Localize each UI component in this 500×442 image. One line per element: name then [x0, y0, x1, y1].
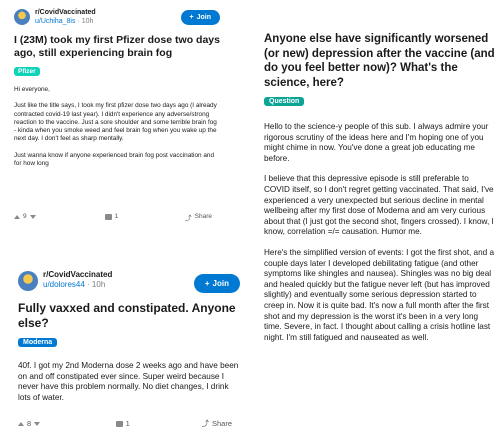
comment-count: 1: [125, 419, 130, 428]
body-paragraph: I believe that this depressive episode i…: [264, 174, 494, 237]
body-paragraph: Hello to the science-y people of this su…: [264, 122, 489, 163]
author-line: u/dolores44 · 10h: [43, 280, 106, 289]
post-body: Hi everyone, Just like the title says, I…: [14, 86, 220, 168]
share-button[interactable]: ⤴ Share: [185, 212, 212, 222]
comments-button[interactable]: 1: [115, 419, 130, 428]
post-body: Hello to the science-y people of this su…: [264, 122, 496, 343]
share-icon: ⤴: [185, 214, 192, 222]
comment-icon: [104, 213, 112, 220]
subreddit-name[interactable]: r/CovidVaccinated: [35, 8, 96, 17]
post-actions: 9 1 ⤴ Share: [14, 212, 220, 222]
post-actions: 8 1 ⤴ Share: [18, 419, 240, 428]
upvote-icon[interactable]: [18, 421, 24, 426]
post-title[interactable]: Fully vaxxed and constipated. Anyone els…: [18, 301, 240, 331]
subreddit-avatar[interactable]: [14, 9, 30, 25]
share-label: Share: [211, 419, 232, 428]
join-label: Join: [196, 14, 211, 21]
body-paragraph: Here's the simplified version of events:…: [264, 247, 495, 342]
post-title[interactable]: I (23M) took my first Pfizer dose two da…: [14, 34, 220, 60]
author-line: u/Uchiha_8is · 10h: [35, 18, 94, 25]
join-label: Join: [212, 279, 229, 288]
post-time: 10h: [81, 18, 94, 25]
post-meta: r/CovidVaccinated u/dolores44 · 10h: [43, 270, 112, 290]
share-label: Share: [194, 213, 212, 220]
subreddit-name[interactable]: r/CovidVaccinated: [43, 270, 112, 280]
post-card-pfizer[interactable]: r/CovidVaccinated u/Uchiha_8is · 10h + Jo…: [14, 8, 220, 236]
vote-count: 8: [27, 419, 32, 428]
post-header: r/CovidVaccinated u/Uchiha_8is · 10h + Jo…: [14, 8, 220, 26]
post-header: r/CovidVaccinated u/dolores44 · 10h + Joi…: [18, 270, 240, 293]
downvote-icon[interactable]: [29, 214, 36, 219]
post-card-moderna[interactable]: r/CovidVaccinated u/dolores44 · 10h + Joi…: [18, 270, 240, 436]
post-flair[interactable]: Moderna: [18, 338, 58, 347]
join-button[interactable]: + Join: [180, 10, 220, 25]
share-button[interactable]: ⤴ Share: [201, 418, 232, 429]
post-body: 40f. I got my 2nd Moderna dose 2 weeks a…: [18, 361, 239, 402]
post-flair[interactable]: Pfizer: [14, 67, 40, 76]
post-time: 10h: [91, 280, 106, 289]
post-title[interactable]: Anyone else have significantly worsened …: [264, 32, 496, 90]
post-card-depression[interactable]: Anyone else have significantly worsened …: [264, 32, 496, 438]
post-flair[interactable]: Question: [264, 97, 305, 106]
body-paragraph: Just like the title says, I took my firs…: [14, 102, 217, 143]
author-name[interactable]: u/Uchiha_8is: [35, 18, 75, 25]
share-icon: ⤴: [201, 419, 209, 428]
plus-icon: +: [204, 279, 210, 288]
body-paragraph: Hi everyone,: [14, 86, 50, 93]
upvote-icon[interactable]: [14, 214, 20, 219]
post-meta: r/CovidVaccinated u/Uchiha_8is · 10h: [35, 8, 96, 26]
author-name[interactable]: u/dolores44: [43, 280, 85, 289]
vote-count: 9: [23, 213, 27, 220]
comment-icon: [115, 420, 123, 427]
vote-group: 9: [14, 213, 36, 220]
join-button[interactable]: + Join: [193, 274, 240, 293]
body-paragraph: Just wanna know if anyone experienced br…: [14, 151, 215, 168]
vote-group: 8: [18, 419, 41, 428]
comments-button[interactable]: 1: [104, 213, 119, 220]
comment-count: 1: [114, 213, 119, 220]
downvote-icon[interactable]: [34, 421, 41, 426]
subreddit-avatar[interactable]: [18, 271, 38, 291]
plus-icon: +: [189, 14, 194, 21]
